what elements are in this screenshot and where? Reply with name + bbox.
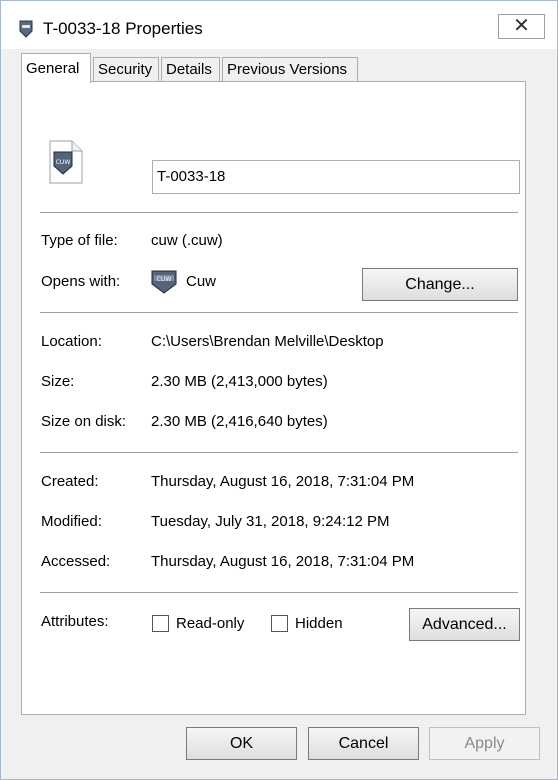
size-value: 2.30 MB (2,413,000 bytes) (151, 373, 328, 390)
created-label: Created: (41, 473, 99, 490)
separator (40, 592, 518, 593)
modified-label: Modified: (41, 513, 102, 530)
file-icon: CUW (49, 140, 83, 184)
title-bar: T-0033-18 Properties ✕ (1, 1, 557, 49)
tab-general-label: General (26, 60, 80, 77)
location-label: Location: (41, 333, 102, 350)
tab-details-label: Details (166, 61, 212, 78)
app-icon-text: CUW (157, 276, 172, 283)
size-label: Size: (41, 373, 75, 390)
tab-security[interactable]: Security (93, 57, 159, 81)
general-tab-panel: CUW T-0033-18 Type of file: cuw (.cuw) O… (21, 81, 526, 715)
attributes-label: Attributes: (41, 613, 109, 630)
size-on-disk-label: Size on disk: (41, 413, 127, 430)
change-button[interactable]: Change... (362, 268, 518, 301)
location-value: C:\Users\Brendan Melville\Desktop (151, 333, 384, 350)
hidden-label[interactable]: Hidden (295, 615, 343, 632)
accessed-label: Accessed: (41, 553, 111, 570)
separator (40, 452, 518, 453)
window-title: T-0033-18 Properties (43, 19, 203, 38)
read-only-label[interactable]: Read-only (176, 615, 244, 632)
ok-button[interactable]: OK (186, 727, 297, 760)
tab-previous-versions[interactable]: Previous Versions (222, 57, 358, 81)
opens-with-label: Opens with: (41, 273, 121, 290)
cancel-button[interactable]: Cancel (308, 727, 419, 760)
tab-general[interactable]: General (21, 53, 91, 83)
separator (40, 212, 518, 213)
file-icon-text: CUW (56, 159, 71, 166)
cuw-app-icon (19, 20, 33, 38)
cuw-app-icon: CUW (151, 270, 177, 294)
hidden-checkbox[interactable] (271, 615, 288, 632)
separator (40, 312, 518, 313)
type-of-file-value: cuw (.cuw) (151, 232, 223, 249)
close-button[interactable]: ✕ (498, 14, 545, 39)
tab-security-label: Security (98, 61, 153, 78)
properties-dialog: T-0033-18 Properties ✕ General Security … (0, 0, 558, 780)
read-only-checkbox[interactable] (152, 615, 169, 632)
close-icon: ✕ (513, 15, 530, 37)
type-of-file-label: Type of file: (41, 232, 118, 249)
tab-previous-versions-label: Previous Versions (227, 61, 348, 78)
opens-with-value: Cuw (186, 273, 217, 290)
apply-button[interactable]: Apply (429, 727, 540, 760)
created-value: Thursday, August 16, 2018, 7:31:04 PM (151, 473, 415, 490)
advanced-button[interactable]: Advanced... (409, 608, 520, 641)
dialog-client-area: General Security Details Previous Versio… (1, 49, 557, 779)
tab-details[interactable]: Details (161, 57, 220, 81)
file-name-input[interactable]: T-0033-18 (152, 160, 520, 194)
modified-value: Tuesday, July 31, 2018, 9:24:12 PM (151, 513, 390, 530)
accessed-value: Thursday, August 16, 2018, 7:31:04 PM (151, 553, 415, 570)
size-on-disk-value: 2.30 MB (2,416,640 bytes) (151, 413, 328, 430)
